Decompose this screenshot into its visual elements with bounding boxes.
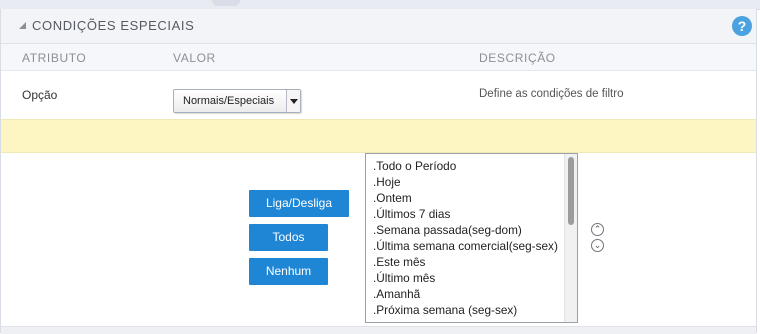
- move-up-icon[interactable]: ⌃: [591, 223, 604, 236]
- dropdown-arrow-icon[interactable]: [286, 90, 300, 112]
- scrollbar-thumb[interactable]: [568, 157, 574, 225]
- option-label: Opção: [22, 88, 58, 102]
- period-listbox[interactable]: .Todo o Período .Hoje .Ontem .Últimos 7 …: [365, 153, 578, 323]
- list-item[interactable]: .Amanhã: [373, 286, 558, 302]
- help-icon[interactable]: ?: [732, 16, 752, 36]
- period-list-items: .Todo o Período .Hoje .Ontem .Últimos 7 …: [373, 158, 558, 318]
- column-headers: ATRIBUTO VALOR DESCRIÇÃO: [1, 44, 756, 71]
- listbox-scrollbar[interactable]: [564, 154, 577, 322]
- section-header[interactable]: CONDIÇÕES ESPECIAIS ?: [1, 9, 756, 44]
- select-none-button[interactable]: Nenhum: [249, 258, 328, 285]
- option-description: Define as condições de filtro: [479, 88, 624, 100]
- list-item[interactable]: .Última semana comercial(seg-sex): [373, 238, 558, 254]
- column-header-description: DESCRIÇÃO: [479, 51, 556, 65]
- move-down-icon[interactable]: ⌄: [591, 239, 604, 252]
- special-conditions-panel: CONDIÇÕES ESPECIAIS ? ATRIBUTO VALOR DES…: [0, 9, 757, 334]
- option-select[interactable]: Normais/Especiais: [173, 89, 301, 113]
- toggle-button[interactable]: Liga/Desliga: [249, 190, 349, 217]
- collapse-triangle-icon[interactable]: [19, 22, 26, 29]
- column-header-attribute: ATRIBUTO: [22, 51, 87, 65]
- list-item[interactable]: .Hoje: [373, 174, 558, 190]
- column-header-value: VALOR: [173, 51, 216, 65]
- list-item[interactable]: .Últimos 7 dias: [373, 206, 558, 222]
- select-all-button[interactable]: Todos: [249, 224, 328, 251]
- top-tab-knob: [212, 0, 240, 6]
- list-item[interactable]: .Último mês: [373, 270, 558, 286]
- list-item[interactable]: .Semana passada(seg-dom): [373, 222, 558, 238]
- option-select-value: Normais/Especiais: [183, 95, 275, 107]
- list-item[interactable]: .Ontem: [373, 190, 558, 206]
- list-item[interactable]: .Este mês: [373, 254, 558, 270]
- list-item[interactable]: .Todo o Período: [373, 158, 558, 174]
- section-title: CONDIÇÕES ESPECIAIS: [32, 18, 195, 33]
- highlight-band: [1, 119, 756, 153]
- list-item[interactable]: .Próxima semana (seg-sex): [373, 302, 558, 318]
